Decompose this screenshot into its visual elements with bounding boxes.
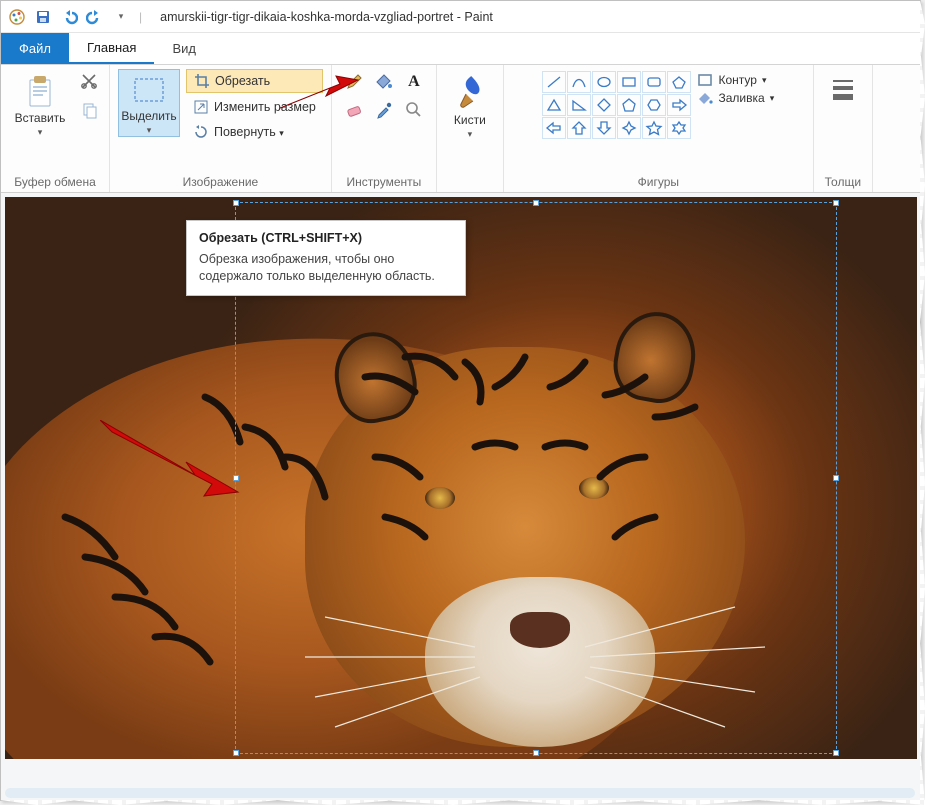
- selection-handle-nw[interactable]: [233, 200, 239, 206]
- shape-pentagon[interactable]: [617, 94, 641, 116]
- text-tool-icon[interactable]: A: [400, 69, 428, 95]
- title-bar: ▾ | amurskii-tigr-tigr-dikaia-koshka-mor…: [1, 1, 920, 33]
- cut-icon[interactable]: [77, 69, 101, 96]
- shape-curve[interactable]: [567, 71, 591, 93]
- rotate-button[interactable]: Повернуть ▾: [186, 121, 323, 143]
- shape-polygon[interactable]: [667, 71, 691, 93]
- tooltip-body: Обрезка изображения, чтобы оно содержало…: [199, 251, 453, 285]
- shape-rect[interactable]: [617, 71, 641, 93]
- group-label-size: Толщи: [825, 172, 861, 190]
- brushes-button[interactable]: Кисти ▾: [445, 69, 495, 141]
- paint-window: ▾ | amurskii-tigr-tigr-dikaia-koshka-mor…: [0, 0, 921, 801]
- group-clipboard: Вставить ▾ Буфер обмена: [1, 65, 110, 192]
- group-label-shapes: Фигуры: [638, 172, 679, 190]
- app-icon: [7, 7, 27, 27]
- magnifier-tool-icon[interactable]: [400, 97, 428, 123]
- size-button[interactable]: [822, 69, 864, 107]
- tooltip-crop: Обрезать (CTRL+SHIFT+X) Обрезка изображе…: [186, 220, 466, 296]
- shape-star5[interactable]: [642, 117, 666, 139]
- selection-handle-se[interactable]: [833, 750, 839, 756]
- tab-home[interactable]: Главная: [69, 33, 154, 64]
- tooltip-title: Обрезать (CTRL+SHIFT+X): [199, 231, 453, 245]
- select-button[interactable]: Выделить ▾: [118, 69, 180, 137]
- tab-file[interactable]: Файл: [1, 33, 69, 64]
- ribbon: Вставить ▾ Буфер обмена Выд: [1, 65, 920, 193]
- shape-star4[interactable]: [617, 117, 641, 139]
- shape-star6[interactable]: [667, 117, 691, 139]
- chevron-down-icon: ▾: [770, 93, 775, 104]
- paste-button[interactable]: Вставить ▾: [9, 69, 71, 139]
- window-title: amurskii-tigr-tigr-dikaia-koshka-morda-v…: [160, 10, 493, 24]
- shape-hexagon[interactable]: [642, 94, 666, 116]
- chevron-down-icon: ▾: [762, 75, 767, 86]
- annotation-arrow-1: [280, 74, 360, 117]
- group-shapes: Контур▾ Заливка▾ Фигуры: [504, 65, 814, 192]
- chevron-down-icon: ▾: [147, 125, 152, 136]
- annotation-arrow-2: [100, 420, 240, 503]
- copy-icon[interactable]: [77, 99, 101, 126]
- redo-icon[interactable]: [85, 7, 105, 27]
- selection-handle-e[interactable]: [833, 475, 839, 481]
- shape-arrow-up[interactable]: [567, 117, 591, 139]
- shape-outline-button[interactable]: Контур▾: [697, 73, 774, 87]
- torn-edge-right: [920, 0, 925, 805]
- save-icon[interactable]: [33, 7, 53, 27]
- group-size: Толщи: [814, 65, 873, 192]
- selection-handle-n[interactable]: [533, 200, 539, 206]
- shape-oval[interactable]: [592, 71, 616, 93]
- tab-view[interactable]: Вид: [154, 33, 214, 64]
- group-brushes: Кисти ▾: [437, 65, 504, 192]
- group-label-image: Изображение: [183, 172, 259, 190]
- undo-icon[interactable]: [59, 7, 79, 27]
- selection-handle-ne[interactable]: [833, 200, 839, 206]
- shape-arrow-down[interactable]: [592, 117, 616, 139]
- qat-customize-icon[interactable]: ▾: [111, 7, 131, 27]
- chevron-down-icon: ▾: [468, 129, 473, 140]
- shape-fill-button[interactable]: Заливка▾: [697, 91, 774, 105]
- group-label-tools: Инструменты: [346, 172, 421, 190]
- shape-round-rect[interactable]: [642, 71, 666, 93]
- shape-arrow-left[interactable]: [542, 117, 566, 139]
- shape-line[interactable]: [542, 71, 566, 93]
- chevron-down-icon: ▾: [38, 127, 43, 138]
- horizontal-scrollbar[interactable]: [5, 788, 915, 798]
- color-picker-tool-icon[interactable]: [370, 97, 398, 123]
- chevron-down-icon: ▾: [279, 128, 284, 138]
- torn-edge-bottom: [0, 800, 925, 805]
- ribbon-tabs: Файл Главная Вид: [1, 33, 920, 65]
- shape-triangle[interactable]: [542, 94, 566, 116]
- fill-tool-icon[interactable]: [370, 69, 398, 95]
- quick-access-toolbar: ▾ |: [7, 7, 144, 27]
- qat-separator: |: [139, 10, 142, 24]
- shape-right-triangle[interactable]: [567, 94, 591, 116]
- group-label-clipboard: Буфер обмена: [14, 172, 96, 190]
- shape-gallery[interactable]: [542, 71, 691, 139]
- selection-handle-s[interactable]: [533, 750, 539, 756]
- selection-handle-sw[interactable]: [233, 750, 239, 756]
- shape-arrow-right[interactable]: [667, 94, 691, 116]
- shape-diamond[interactable]: [592, 94, 616, 116]
